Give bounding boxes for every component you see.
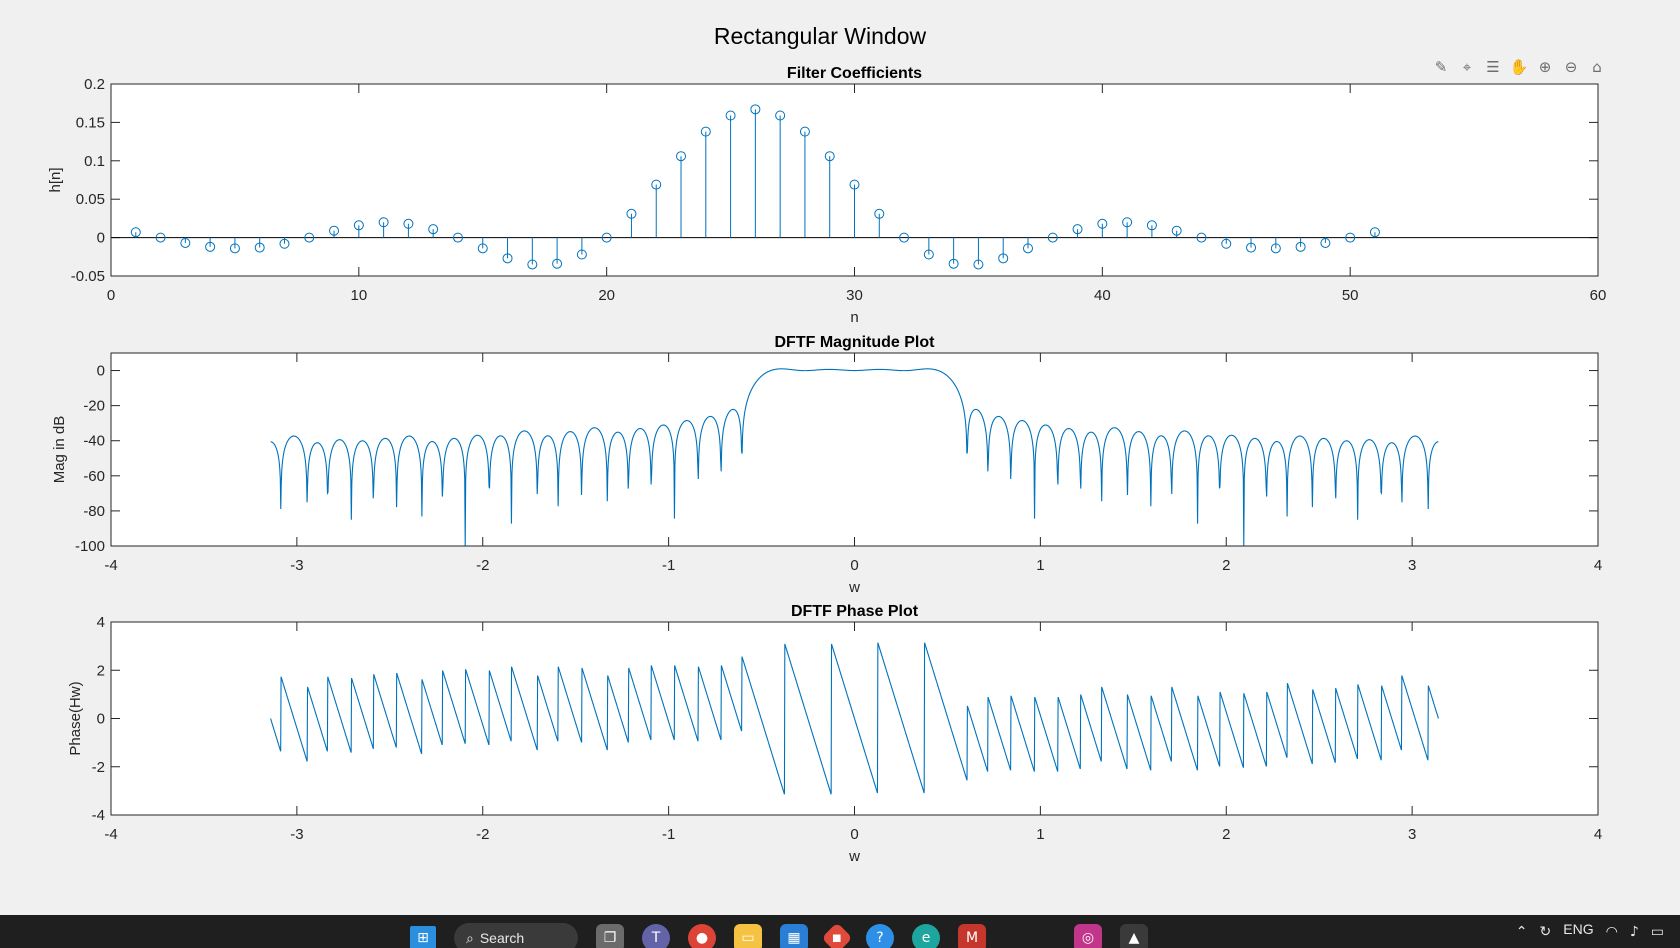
y-tick-label: -0.05 bbox=[71, 268, 105, 285]
x-tick-label: 0 bbox=[850, 826, 858, 843]
axes-phase[interactable]: -4 -3 -2 -1 0 1 2 3 4 -4 -2 0 2 4 DFTF Phase Plot w Phas… bbox=[67, 603, 1602, 865]
gmail-icon[interactable]: M bbox=[958, 924, 986, 948]
y-tick-label: 0 bbox=[97, 363, 105, 380]
y-tick-label: 0 bbox=[97, 230, 105, 247]
y-tick-label: -2 bbox=[92, 759, 105, 776]
y-tick-label: -80 bbox=[83, 503, 105, 520]
plot-area bbox=[111, 353, 1598, 546]
x-tick-label: 1 bbox=[1036, 826, 1044, 843]
y-tick-label: -20 bbox=[83, 398, 105, 415]
axes-title: DFTF Phase Plot bbox=[791, 603, 919, 620]
axes-toolbar: ✎ ⌖ ☰ ✋ ⊕ ⊖ ⌂ bbox=[1430, 56, 1608, 78]
battery-icon[interactable]: ▭ bbox=[1651, 924, 1664, 940]
x-tick-label: 10 bbox=[350, 287, 367, 304]
figure-canvas: Rectangular Window 0 10 20 30 40 50 60-0.0500.… bbox=[47, 23, 1606, 865]
x-tick-label: 40 bbox=[1094, 287, 1111, 304]
x-tick-label: 0 bbox=[850, 557, 858, 574]
x-axis-label: n bbox=[850, 309, 858, 326]
x-tick-label: 30 bbox=[846, 287, 863, 304]
y-tick-label: 0.1 bbox=[84, 153, 105, 170]
x-tick-label: -1 bbox=[662, 557, 675, 574]
y-tick-label: -100 bbox=[75, 538, 105, 555]
axes-title: DFTF Magnitude Plot bbox=[775, 334, 936, 351]
x-axis-label: w bbox=[848, 579, 860, 596]
x-tick-label: 1 bbox=[1036, 557, 1044, 574]
x-tick-label: -3 bbox=[290, 826, 303, 843]
y-tick-label: 0.15 bbox=[76, 114, 105, 131]
chrome-icon[interactable]: ● bbox=[688, 924, 716, 948]
taskbar: ⊞ ⌕ Search ❐ T ● ▭ ▦ ◆ ? e M ◎ ▲ ⌃ ↻ ENG… bbox=[0, 915, 1680, 948]
x-tick-label: -2 bbox=[476, 826, 489, 843]
zoom-out-icon[interactable]: ⊖ bbox=[1560, 56, 1582, 78]
zoom-in-icon[interactable]: ⊕ bbox=[1534, 56, 1556, 78]
chevron-up-icon[interactable]: ⌃ bbox=[1516, 924, 1528, 940]
y-tick-label: 0 bbox=[97, 711, 105, 728]
data-tips-icon[interactable]: ⌖ bbox=[1456, 56, 1478, 78]
app-icon[interactable]: ◆ bbox=[821, 922, 853, 948]
volume-icon[interactable]: ♪ bbox=[1630, 924, 1639, 940]
help-icon[interactable]: ? bbox=[866, 924, 894, 948]
instagram-icon[interactable]: ◎ bbox=[1074, 924, 1102, 948]
figure-title: Rectangular Window bbox=[714, 23, 927, 49]
matlab-figure: Rectangular Window 0 10 20 30 40 50 60 -0.05 0 0.… bbox=[0, 0, 1680, 915]
x-tick-label: 0 bbox=[107, 287, 115, 304]
task-view-icon[interactable]: ❐ bbox=[596, 924, 624, 948]
x-tick-label: 4 bbox=[1594, 557, 1602, 574]
search-label: Search bbox=[479, 930, 525, 946]
refresh-icon[interactable]: ↻ bbox=[1540, 924, 1552, 940]
taskbar-search[interactable]: ⌕ Search bbox=[454, 923, 578, 948]
y-axis-label: h[n] bbox=[47, 167, 64, 192]
y-tick-label: -60 bbox=[83, 468, 105, 485]
y-tick-label: 4 bbox=[97, 614, 105, 631]
y-tick-label: 2 bbox=[97, 662, 105, 679]
x-tick-label: 3 bbox=[1408, 557, 1416, 574]
home-icon[interactable]: ⌂ bbox=[1586, 56, 1608, 78]
x-axis-label: w bbox=[848, 848, 860, 865]
y-tick-label: 0.2 bbox=[84, 76, 105, 93]
y-axis-label: Mag in dB bbox=[51, 416, 68, 484]
teams-icon[interactable]: T bbox=[642, 924, 670, 948]
y-tick-label: -40 bbox=[83, 433, 105, 450]
legend-icon[interactable]: ☰ bbox=[1482, 56, 1504, 78]
x-tick-label: -2 bbox=[476, 557, 489, 574]
windows-start-icon[interactable]: ⊞ bbox=[410, 926, 436, 948]
search-icon: ⌕ bbox=[466, 929, 474, 946]
matlab-icon[interactable]: ▲ bbox=[1120, 924, 1148, 948]
brush-icon[interactable]: ✎ bbox=[1430, 56, 1452, 78]
wifi-icon[interactable]: ◠ bbox=[1606, 924, 1618, 940]
x-tick-label: 3 bbox=[1408, 826, 1416, 843]
file-explorer-icon[interactable]: ▭ bbox=[734, 924, 762, 948]
pan-icon[interactable]: ✋ bbox=[1508, 56, 1530, 78]
axes-magnitude[interactable]: -4 -3 -2 -1 0 1 2 3 4 -100 -80 -60 -40 -20 0 DFTF Magni… bbox=[51, 334, 1602, 596]
store-icon[interactable]: ▦ bbox=[780, 924, 808, 948]
x-tick-label: 20 bbox=[598, 287, 615, 304]
x-tick-label: -4 bbox=[104, 826, 117, 843]
system-tray: ⌃ ↻ ENG ◠ ♪ ▭ bbox=[1516, 915, 1680, 948]
axes-title: Filter Coefficients bbox=[787, 65, 922, 82]
y-tick-label: 0.05 bbox=[76, 191, 105, 208]
edge-icon[interactable]: e bbox=[912, 924, 940, 948]
x-tick-label: 4 bbox=[1594, 826, 1602, 843]
x-tick-label: 2 bbox=[1222, 557, 1230, 574]
language-indicator[interactable]: ENG bbox=[1563, 921, 1593, 937]
y-tick-label: -4 bbox=[92, 807, 105, 824]
x-tick-label: 60 bbox=[1590, 287, 1607, 304]
x-tick-label: 2 bbox=[1222, 826, 1230, 843]
x-tick-label: -3 bbox=[290, 557, 303, 574]
x-tick-label: 50 bbox=[1342, 287, 1359, 304]
x-tick-label: -1 bbox=[662, 826, 675, 843]
axes-filter-coefficients[interactable]: 0 10 20 30 40 50 60-0.0500.050.10.150.2Filter … bbox=[47, 65, 1606, 326]
x-tick-label: -4 bbox=[104, 557, 117, 574]
y-axis-label: Phase(Hw) bbox=[67, 681, 84, 755]
